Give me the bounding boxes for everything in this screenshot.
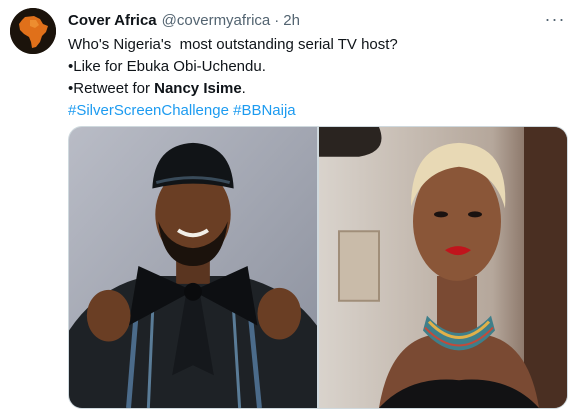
author-name[interactable]: Cover Africa [68,12,157,29]
man-in-black-agbada-with-bow-photo [69,127,317,408]
photo-right[interactable] [319,127,567,408]
tweet[interactable]: Cover Africa @covermyafrica · 2h ··· Who… [0,0,581,416]
photo-left[interactable] [69,127,317,408]
retweet-prefix: •Retweet for [68,80,155,97]
tweet-line-like: •Like for Ebuka Obi-Uchendu. [68,58,266,75]
tweet-line-retweet: •Retweet for Nancy Isime. [68,78,568,100]
timestamp[interactable]: 2h [283,12,300,29]
retweet-name: Nancy Isime [154,80,242,97]
more-options-button[interactable]: ··· [543,8,567,30]
tweet-header: Cover Africa @covermyafrica · 2h [68,10,300,30]
africa-map-avatar-icon [10,8,56,54]
woman-with-blonde-short-hair-beaded-necklace-photo [319,127,567,408]
retweet-suffix: . [241,80,246,97]
separator-dot: · [274,11,280,29]
more-horizontal-icon: ··· [544,8,566,29]
tweet-text: Who's Nigeria's most outstanding serial … [68,34,568,122]
hashtag-silverscreenchallenge[interactable]: #SilverScreenChallenge [68,102,229,119]
avatar[interactable] [10,8,56,54]
tweet-line-hashtags: #SilverScreenChallenge #BBNaija [68,100,568,122]
hashtag-bbnaija[interactable]: #BBNaija [233,102,296,119]
author-handle[interactable]: @covermyafrica [162,12,271,29]
tweet-media [68,126,568,409]
tweet-line-question: Who's Nigeria's most outstanding serial … [68,36,398,53]
